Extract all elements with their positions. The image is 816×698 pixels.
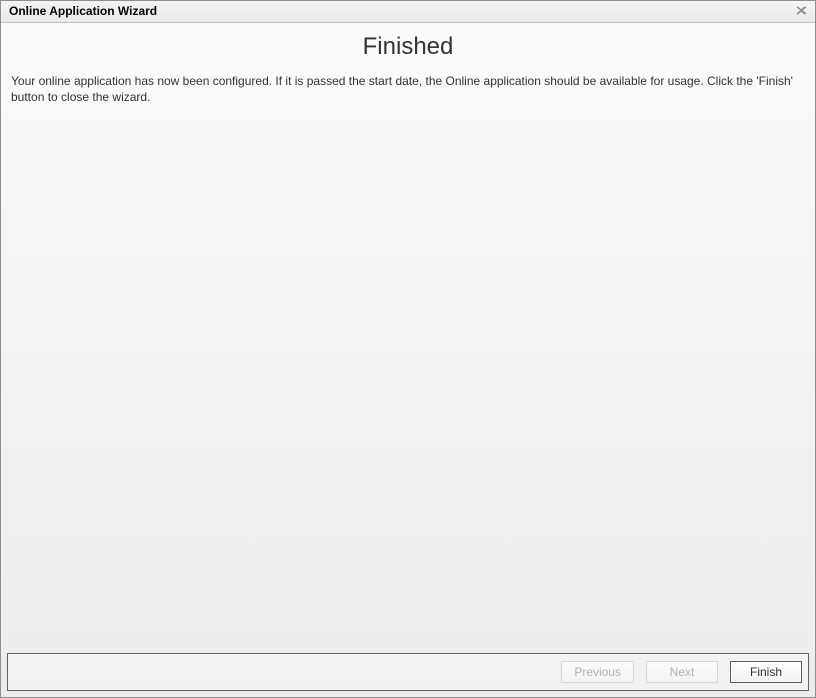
close-icon[interactable] xyxy=(793,4,809,18)
previous-button: Previous xyxy=(561,661,634,683)
footer-bar: Previous Next Finish xyxy=(7,653,809,691)
page-description: Your online application has now been con… xyxy=(11,73,805,105)
window-title: Online Application Wizard xyxy=(9,5,157,17)
wizard-window: Online Application Wizard Finished Your … xyxy=(0,0,816,698)
finish-button[interactable]: Finish xyxy=(730,661,802,683)
next-button: Next xyxy=(646,661,718,683)
content-area: Finished Your online application has now… xyxy=(1,23,815,653)
titlebar: Online Application Wizard xyxy=(1,1,815,23)
page-heading: Finished xyxy=(11,33,805,61)
